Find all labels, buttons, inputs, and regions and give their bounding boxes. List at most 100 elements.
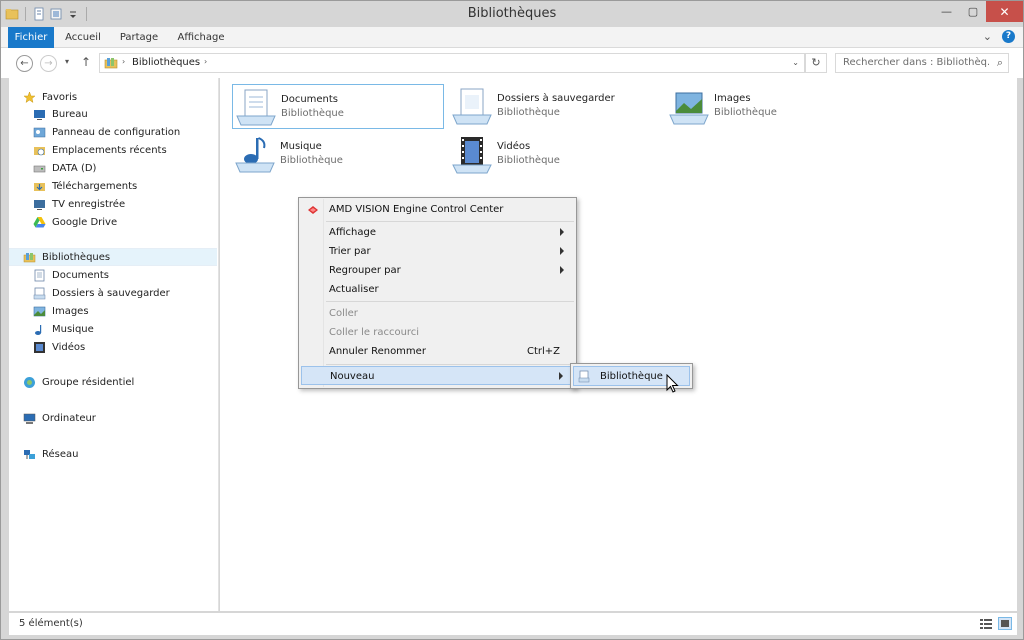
submenu-arrow-icon — [559, 372, 563, 380]
breadcrumb-arrow[interactable]: › — [122, 57, 125, 66]
menu-item-undo-rename[interactable]: Annuler Renommer Ctrl+Z — [301, 342, 574, 361]
status-bar: 5 élément(s) — [9, 613, 1017, 635]
nav-recent-places[interactable]: Emplacements récents — [9, 141, 217, 159]
back-button[interactable]: ← — [16, 55, 33, 72]
menu-item-paste-shortcut[interactable]: Coller le raccourci — [301, 323, 574, 342]
menu-item-view[interactable]: Affichage — [301, 223, 574, 242]
menu-item-label: Annuler Renommer — [329, 346, 426, 357]
menu-separator — [326, 301, 574, 302]
tab-view[interactable]: Affichage — [171, 27, 231, 48]
menu-item-group-by[interactable]: Regrouper par — [301, 261, 574, 280]
nav-data-drive[interactable]: DATA (D) — [9, 159, 217, 177]
nav-library-documents[interactable]: Documents — [9, 266, 217, 284]
library-icon — [578, 370, 590, 383]
close-button[interactable]: ✕ — [986, 1, 1023, 22]
nav-item-label: Musique — [52, 323, 94, 335]
address-bar[interactable]: › Bibliothèques › ⌄ — [99, 53, 805, 73]
nav-libraries[interactable]: Bibliothèques — [9, 248, 217, 266]
control-panel-icon — [33, 127, 46, 137]
tab-file[interactable]: Fichier — [8, 27, 54, 48]
menu-item-paste[interactable]: Coller — [301, 304, 574, 323]
up-button[interactable]: ↑ — [81, 55, 91, 69]
submenu-arrow-icon — [560, 266, 564, 274]
library-tile-documents[interactable]: Documents Bibliothèque — [232, 84, 444, 129]
maximize-button[interactable]: ▢ — [960, 1, 986, 22]
drive-icon — [33, 165, 46, 172]
submenu-arrow-icon — [560, 228, 564, 236]
library-name: Musique — [280, 141, 322, 152]
nav-google-drive[interactable]: Google Drive — [9, 213, 217, 231]
recent-locations-button[interactable]: ▾ — [65, 57, 69, 66]
nav-library-music[interactable]: Musique — [9, 320, 217, 338]
nav-computer-label: Ordinateur — [42, 412, 96, 424]
breadcrumb-libraries[interactable]: Bibliothèques — [132, 57, 200, 68]
nav-network[interactable]: Réseau — [9, 445, 217, 463]
navigation-pane: Favoris Bureau Panneau de configuration … — [9, 78, 219, 611]
help-icon[interactable]: ? — [1002, 30, 1015, 43]
nav-homegroup[interactable]: Groupe résidentiel — [9, 373, 217, 391]
menu-item-shortcut: Ctrl+Z — [527, 346, 561, 357]
tab-share[interactable]: Partage — [113, 27, 165, 48]
ribbon-tabs: Fichier Accueil Partage Affichage ⌄ ? — [1, 27, 1023, 48]
title-bar: Bibliothèques — ▢ ✕ — [1, 1, 1023, 27]
nav-control-panel[interactable]: Panneau de configuration — [9, 123, 217, 141]
mouse-cursor-icon — [666, 374, 679, 393]
menu-item-refresh[interactable]: Actualiser — [301, 280, 574, 299]
library-type: Bibliothèque — [281, 108, 344, 119]
nav-desktop[interactable]: Bureau — [9, 105, 217, 123]
address-dropdown-icon[interactable]: ⌄ — [792, 58, 799, 67]
nav-item-label: Bureau — [52, 108, 88, 120]
expand-ribbon-icon[interactable]: ⌄ — [983, 30, 992, 43]
submenu-item-label: Bibliothèque — [600, 371, 663, 382]
nav-recorded-tv[interactable]: TV enregistrée — [9, 195, 217, 213]
video-icon — [34, 341, 45, 353]
recent-places-icon — [34, 146, 45, 155]
forward-button[interactable]: → — [40, 55, 57, 72]
tv-icon — [34, 199, 45, 210]
menu-item-label: Nouveau — [330, 371, 375, 382]
nav-computer[interactable]: Ordinateur — [9, 409, 217, 427]
context-menu: AMD VISION Engine Control Center Afficha… — [298, 197, 577, 389]
music-icon — [35, 324, 42, 335]
library-name: Documents — [281, 94, 339, 105]
amd-icon — [308, 206, 318, 214]
nav-network-label: Réseau — [42, 448, 79, 460]
pictures-library-icon — [669, 92, 709, 125]
documents-library-icon — [236, 89, 276, 126]
window-title: Bibliothèques — [467, 6, 557, 21]
submenu-arrow-icon — [560, 247, 564, 255]
library-name: Vidéos — [497, 141, 531, 152]
nav-library-backup-folders[interactable]: Dossiers à sauvegarder — [9, 284, 217, 302]
library-tile-backup-folders[interactable]: Dossiers à sauvegarder Bibliothèque — [449, 84, 661, 129]
nav-favorites[interactable]: Favoris — [9, 88, 217, 106]
library-type: Bibliothèque — [497, 107, 560, 118]
nav-item-label: Emplacements récents — [52, 144, 167, 156]
breadcrumb-arrow[interactable]: › — [204, 57, 207, 66]
menu-item-new[interactable]: Nouveau — [301, 366, 574, 385]
details-view-icon[interactable] — [979, 617, 993, 630]
minimize-button[interactable]: — — [933, 1, 960, 22]
refresh-button[interactable]: ↻ — [805, 53, 827, 73]
menu-item-sort-by[interactable]: Trier par — [301, 242, 574, 261]
nav-library-videos[interactable]: Vidéos — [9, 338, 217, 356]
library-tile-images[interactable]: Images Bibliothèque — [666, 84, 878, 129]
search-placeholder: Rechercher dans : Bibliothèq... — [843, 57, 989, 68]
search-input[interactable]: Rechercher dans : Bibliothèq... ⌕ — [835, 53, 1009, 73]
menu-item-label: Regrouper par — [329, 265, 401, 276]
nav-item-label: Vidéos — [52, 341, 86, 353]
folder-library-icon — [33, 287, 46, 299]
library-type: Bibliothèque — [497, 155, 560, 166]
large-icons-view-icon[interactable] — [998, 617, 1012, 630]
menu-item-label: Actualiser — [329, 284, 379, 295]
nav-item-label: Google Drive — [52, 216, 118, 228]
menu-item-amd-vision[interactable]: AMD VISION Engine Control Center — [301, 200, 574, 219]
network-icon — [24, 449, 35, 459]
address-toolbar: ← → ▾ ↑ › Bibliothèques › ⌄ ↻ Rechercher… — [1, 48, 1023, 78]
library-tile-music[interactable]: Musique Bibliothèque — [232, 132, 444, 177]
search-icon[interactable]: ⌕ — [997, 56, 1003, 70]
library-tile-videos[interactable]: Vidéos Bibliothèque — [449, 132, 661, 177]
nav-downloads[interactable]: Téléchargements — [9, 177, 217, 195]
item-count: 5 élément(s) — [19, 618, 83, 629]
nav-library-images[interactable]: Images — [9, 302, 217, 320]
tab-home[interactable]: Accueil — [59, 27, 107, 48]
